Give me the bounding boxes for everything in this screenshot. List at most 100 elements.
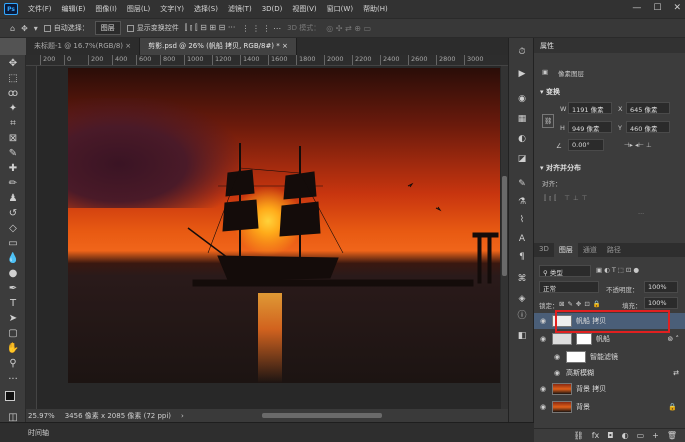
lock-icons[interactable]: ⊠✎✥⊡🔒 — [559, 300, 604, 308]
zoom-level[interactable]: 25.97% — [28, 412, 55, 420]
brushes-icon[interactable]: ⌇ — [516, 214, 528, 226]
link-layers-icon[interactable]: ⛓ — [574, 431, 584, 440]
zoom-tool-icon[interactable]: ⚲ — [6, 357, 20, 371]
minimize-button[interactable]: — — [632, 3, 641, 13]
filter-options-icon[interactable]: ⇄ — [673, 369, 679, 377]
menu-type[interactable]: 文字(Y) — [155, 4, 189, 14]
blur-tool-icon[interactable]: 💧 — [6, 252, 20, 266]
glyphs-icon[interactable]: ◧ — [516, 330, 528, 342]
adjustments-icon[interactable]: ◐ — [516, 133, 528, 145]
transform-section-title[interactable]: ▾ 变换 — [534, 84, 566, 100]
layer-name[interactable]: 背景 拷贝 — [576, 384, 606, 394]
fill-field[interactable]: 100% — [644, 297, 678, 309]
menu-3d[interactable]: 3D(D) — [257, 5, 288, 13]
layer-name[interactable]: 帆船 — [596, 334, 610, 344]
layer-name[interactable]: 高斯模糊 — [566, 368, 594, 378]
show-transform-checkbox[interactable]: 显示变换控件 — [126, 23, 179, 33]
menu-filter[interactable]: 滤镜(T) — [223, 4, 257, 14]
tool-presets-icon[interactable]: ⌘ — [516, 273, 528, 285]
document-image[interactable] — [68, 68, 500, 383]
adjustment-layer-icon[interactable]: ◐ — [622, 431, 629, 440]
new-layer-icon[interactable]: + — [652, 431, 659, 440]
lasso-tool-icon[interactable]: ꝏ — [6, 87, 20, 101]
hand-tool-icon[interactable]: ✋ — [6, 342, 20, 356]
character-icon[interactable]: A — [516, 233, 528, 245]
paragraph-icon[interactable]: ¶ — [516, 251, 528, 263]
gradient-tool-icon[interactable]: ▭ — [6, 237, 20, 251]
height-field[interactable]: 949 像素 — [568, 121, 612, 133]
angle-field[interactable]: 0.00° — [568, 139, 604, 151]
menu-view[interactable]: 视图(V) — [287, 4, 321, 14]
healing-brush-icon[interactable]: ✚ — [6, 162, 20, 176]
pen-tool-icon[interactable]: ✒ — [6, 282, 20, 296]
tab-layers[interactable]: 图层 — [553, 243, 578, 257]
eye-icon[interactable]: ◉ — [538, 403, 548, 411]
close-icon[interactable]: × — [125, 42, 131, 50]
more-icon[interactable]: ··· — [638, 210, 644, 218]
dodge-tool-icon[interactable]: ● — [6, 267, 20, 281]
flip-icons[interactable]: ⊣▸ ◂⊢ ⊥ — [624, 141, 652, 149]
mask-icon[interactable]: ◘ — [607, 431, 613, 440]
trash-icon[interactable]: 🗑 — [667, 431, 677, 440]
type-tool-icon[interactable]: T — [6, 297, 20, 311]
shape-tool-icon[interactable]: ▢ — [6, 327, 20, 341]
move-tool-icon[interactable]: ✥ — [6, 57, 20, 71]
eye-icon[interactable]: ◉ — [538, 317, 548, 325]
auto-select-checkbox[interactable]: 自动选择： — [43, 23, 89, 33]
move-tool-icon[interactable]: ✥ — [21, 24, 28, 33]
eye-icon[interactable]: ◉ — [552, 369, 562, 377]
layer-name[interactable]: 背景 — [576, 402, 590, 412]
fx-icon[interactable]: fx — [592, 431, 600, 440]
eye-icon[interactable]: ◉ — [538, 335, 548, 343]
layer-filter-dropdown[interactable]: ⚲ 类型 — [539, 265, 591, 277]
eraser-tool-icon[interactable]: ◇ — [6, 222, 20, 236]
foreground-color-swatch[interactable] — [5, 391, 15, 401]
menu-window[interactable]: 窗口(W) — [322, 4, 358, 14]
path-select-icon[interactable]: ➤ — [6, 312, 20, 326]
layer-row[interactable]: ◉ 智能滤镜 — [534, 349, 685, 365]
menu-file[interactable]: 文件(F) — [23, 4, 57, 14]
y-field[interactable]: 460 像素 — [626, 121, 670, 133]
navigator-icon[interactable]: ◈ — [516, 293, 528, 305]
menu-edit[interactable]: 编辑(E) — [57, 4, 91, 14]
menu-help[interactable]: 帮助(H) — [358, 4, 393, 14]
stamp-tool-icon[interactable]: ♟ — [6, 192, 20, 206]
eye-icon[interactable]: ◉ — [552, 353, 562, 361]
actions-icon[interactable]: ▶ — [516, 68, 528, 80]
styles-icon[interactable]: ◪ — [516, 153, 528, 165]
layer-row[interactable]: ◉ 背景 🔒 — [534, 399, 685, 415]
clone-source-icon[interactable]: ⚗ — [516, 196, 528, 208]
x-field[interactable]: 645 像素 — [626, 102, 670, 114]
close-button[interactable]: ✕ — [673, 3, 681, 13]
timeline-tab[interactable]: 时间轴 — [28, 428, 49, 438]
tab-channels[interactable]: 通道 — [578, 243, 602, 257]
eye-icon[interactable]: ◉ — [538, 385, 548, 393]
opacity-field[interactable]: 100% — [644, 281, 678, 293]
brush-tool-icon[interactable]: ✏ — [6, 177, 20, 191]
tab-paths[interactable]: 路径 — [602, 243, 626, 257]
more-tools-icon[interactable]: ··· — [6, 373, 20, 387]
align-section-title[interactable]: ▾ 对齐并分布 — [534, 160, 587, 176]
info-icon[interactable]: ⓘ — [516, 310, 528, 322]
menu-select[interactable]: 选择(S) — [189, 4, 223, 14]
magic-wand-icon[interactable]: ✦ — [6, 102, 20, 116]
tab-3d[interactable]: 3D — [534, 243, 554, 257]
canvas-area[interactable] — [37, 66, 501, 409]
history-brush-icon[interactable]: ↺ — [6, 207, 20, 221]
chevron-down-icon[interactable]: ▾ — [34, 24, 38, 33]
swatches-icon[interactable]: ▦ — [516, 113, 528, 125]
layer-name[interactable]: 智能滤镜 — [590, 352, 618, 362]
group-icon[interactable]: ▭ — [637, 431, 645, 440]
brush-settings-icon[interactable]: ✎ — [516, 178, 528, 190]
layer-row[interactable]: ◉ 背景 拷贝 — [534, 381, 685, 397]
align-buttons[interactable]: ⫿⫾⫿ ⊤⊥⊤ — [544, 194, 590, 203]
align-icons[interactable]: ⫿ ⫾ ⫿ ⊟ ⊞ ⊟ ··· — [185, 23, 236, 33]
tab-silhouette[interactable]: 剪影.psd @ 26% (帆船 拷贝, RGB/8#) * × — [140, 38, 297, 55]
marquee-tool-icon[interactable]: ⬚ — [6, 72, 20, 86]
frame-tool-icon[interactable]: ⊠ — [6, 132, 20, 146]
filter-icons[interactable]: ▣◐T⬚⊡● — [596, 266, 641, 274]
vertical-scrollbar[interactable] — [501, 66, 508, 409]
home-icon[interactable]: ⌂ — [10, 24, 15, 33]
eyedropper-icon[interactable]: ✎ — [6, 147, 20, 161]
layer-row[interactable]: ◉ 高斯模糊 ⇄ — [534, 365, 685, 381]
